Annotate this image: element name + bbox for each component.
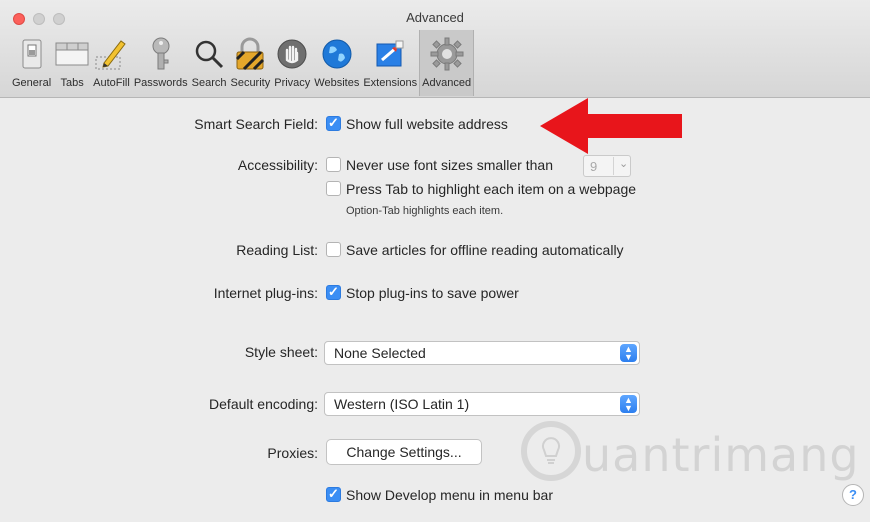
accessibility-row: Accessibility: Never use font sizes smal… [0,155,870,177]
min-font-size-text: Never use font sizes smaller than [346,157,553,173]
tabs-icon [55,37,89,71]
style-sheet-select[interactable]: None Selected ▲ ▼ [324,341,640,365]
help-button[interactable]: ? [842,484,864,506]
reading-list-label: Reading List: [236,242,318,258]
switch-icon [15,37,49,71]
develop-menu-text: Show Develop menu in menu bar [346,487,554,503]
tab-search[interactable]: Search [190,30,229,96]
tab-advanced[interactable]: Advanced [419,30,475,96]
lock-icon [233,37,267,71]
develop-menu-checkbox[interactable] [326,486,341,502]
change-settings-button[interactable]: Change Settings... [326,439,482,465]
show-full-address-checkbox[interactable] [326,115,341,131]
preferences-toolbar: General Tabs AutoFill Passwords Search S… [10,30,475,96]
save-offline-text: Save articles for offline reading automa… [346,242,624,258]
chevron-down-icon: ⌄ [613,157,628,175]
accessibility-label: Accessibility: [237,157,318,173]
plugins-label: Internet plug-ins: [213,285,318,301]
plugins-row: Internet plug-ins: Stop plug-ins to save… [0,283,870,305]
proxies-label: Proxies: [267,445,318,461]
tab-highlight-checkbox[interactable] [326,181,341,196]
save-offline-checkbox[interactable] [326,242,341,257]
stop-plugins-checkbox[interactable] [326,284,341,300]
globe-icon [320,37,354,71]
tab-highlight-text: Press Tab to highlight each item on a we… [346,181,637,197]
gear-icon [430,37,464,71]
key-icon [144,37,178,71]
red-arrow-annotation [540,98,682,154]
encoding-label: Default encoding: [209,396,318,412]
magnifier-icon [192,37,226,71]
option-tab-note: Option-Tab highlights each item. [346,205,504,217]
tab-general[interactable]: General [10,30,53,96]
smart-search-label: Smart Search Field: [194,116,318,132]
puzzle-icon [373,37,407,71]
safari-preferences-window: Advanced General Tabs AutoFill Passwords… [0,0,870,522]
title-bar: Advanced General Tabs AutoFill Passwords… [0,0,870,98]
watermark-logo: uantrimang [520,418,859,488]
min-font-size-select[interactable]: 9 ⌄ [583,155,631,177]
window-title: Advanced [406,10,464,25]
tab-extensions[interactable]: Extensions [361,30,419,96]
updown-arrows-icon: ▲ ▼ [620,395,637,413]
tab-tabs[interactable]: Tabs [53,30,91,96]
hand-icon [275,37,309,71]
smart-search-row: Smart Search Field: Show full website ad… [0,114,870,136]
tab-autofill[interactable]: AutoFill [91,30,132,96]
tab-privacy[interactable]: Privacy [272,30,312,96]
tab-passwords[interactable]: Passwords [132,30,190,96]
watermark-text: uantrimang [582,428,860,482]
tab-highlight-row: Press Tab to highlight each item on a we… [0,179,870,201]
lightbulb-icon [521,421,581,481]
tab-security[interactable]: Security [228,30,272,96]
encoding-select[interactable]: Western (ISO Latin 1) ▲ ▼ [324,392,640,416]
tab-websites[interactable]: Websites [312,30,361,96]
pencil-icon [94,37,128,71]
stop-plugins-text: Stop plug-ins to save power [346,285,519,301]
style-sheet-label: Style sheet: [244,344,318,360]
show-full-address-text: Show full website address [346,116,508,132]
develop-menu-row: Show Develop menu in menu bar [0,485,870,507]
reading-list-row: Reading List: Save articles for offline … [0,240,870,262]
updown-arrows-icon: ▲ ▼ [620,344,637,362]
min-font-size-checkbox[interactable] [326,157,341,172]
